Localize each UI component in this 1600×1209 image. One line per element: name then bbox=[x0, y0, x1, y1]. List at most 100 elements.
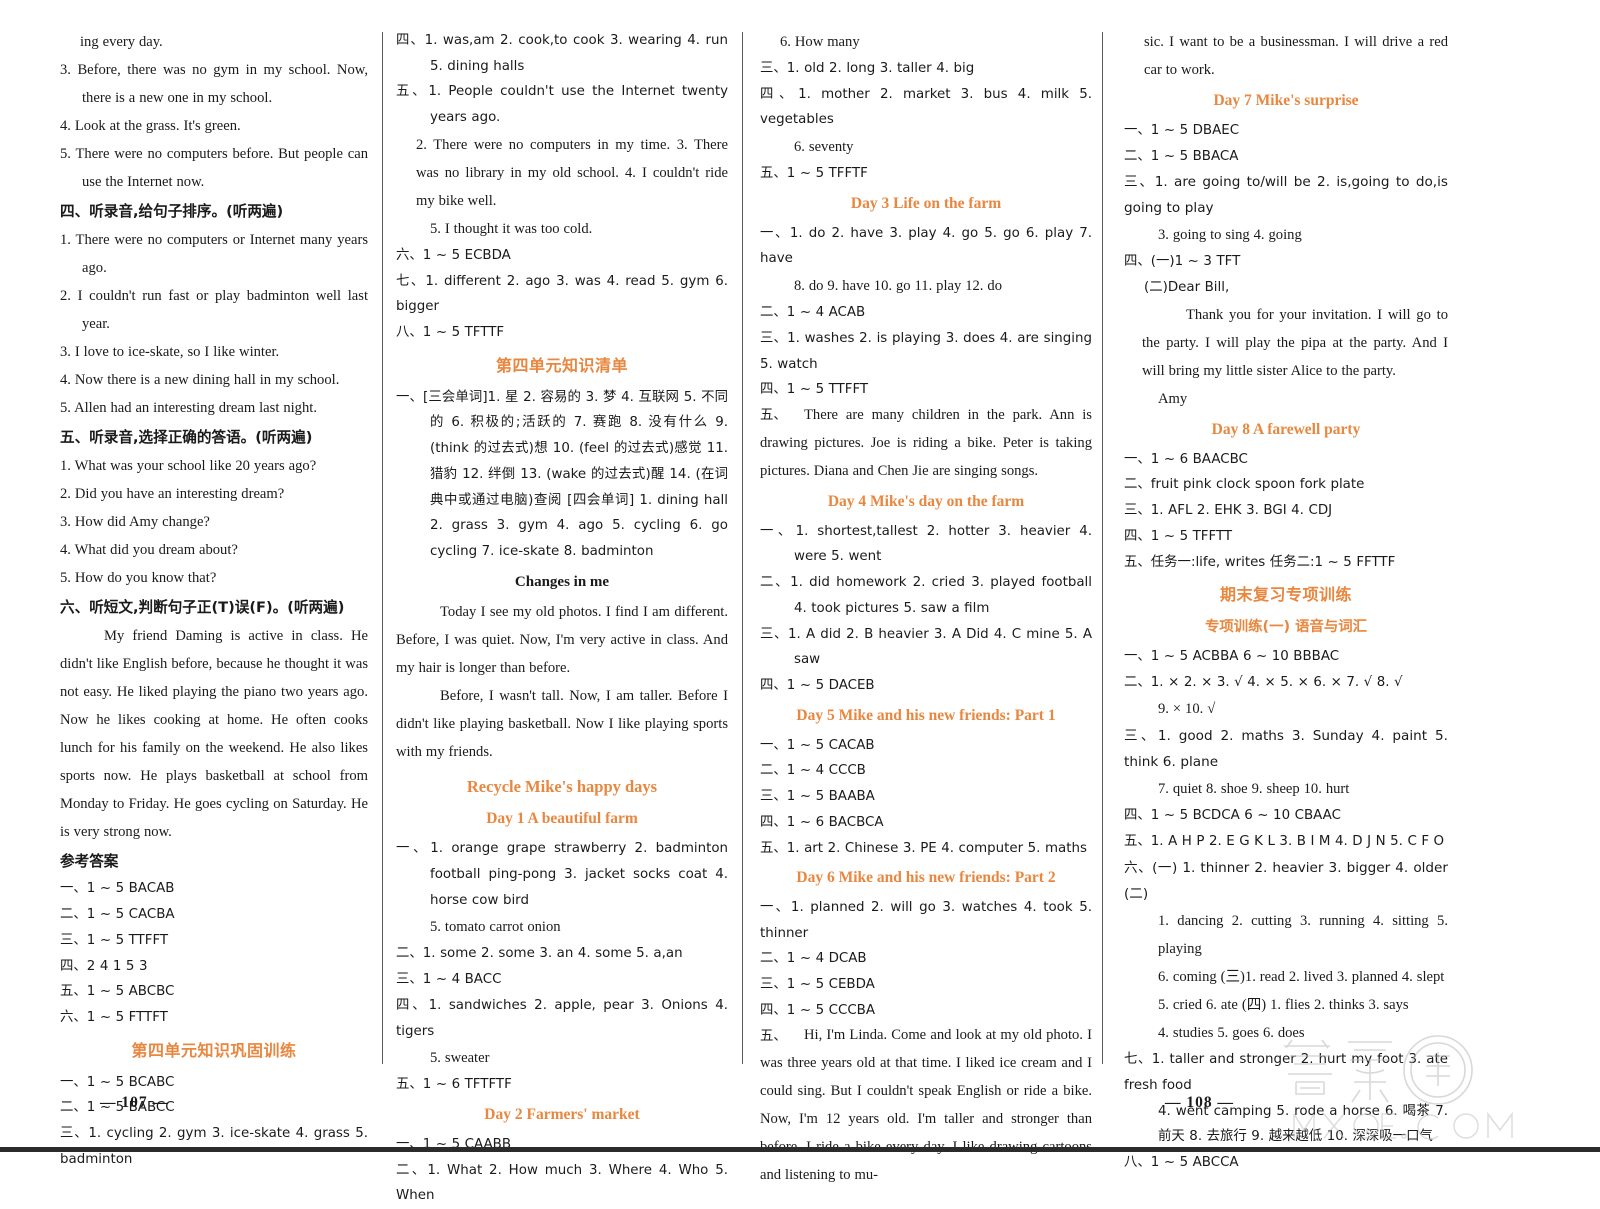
q5-item-3: 3. How did Amy change? bbox=[60, 514, 210, 531]
listening-item-5: 5. There were no computers before. But p… bbox=[60, 146, 368, 191]
special1-answer-2: 二、1. × 2. × 3. √ 4. × 5. × 6. × 7. √ 8. … bbox=[1124, 674, 1403, 690]
day8-answer-3: 三、1. AFL 2. EHK 3. BGI 4. CDJ bbox=[1124, 503, 1333, 519]
listening-passage: My friend Daming is active in class. He … bbox=[60, 628, 368, 841]
day4-answer-3: 三、1. A did 2. B heavier 3. A Did 4. C mi… bbox=[760, 626, 1092, 668]
day1-answer-1: 一、1. orange grape strawberry 2. badminto… bbox=[396, 841, 728, 908]
special1-answer-3: 三、1. good 2. maths 3. Sunday 4. paint 5.… bbox=[1124, 728, 1448, 771]
q5-item-2: 2. Did you have an interesting dream? bbox=[60, 486, 285, 503]
heading-four: 四、听录音,给句子排序。(听两遍) bbox=[60, 203, 284, 221]
day4-title: Day 4 Mike's day on the farm bbox=[827, 492, 1025, 510]
day6-answer-2: 二、1 ~ 4 DCAB bbox=[760, 951, 867, 967]
day8-answer-5: 五、任务一:life, writes 任务二:1 ~ 5 FFTTF bbox=[1124, 554, 1396, 570]
composition-para-2: Before, I wasn't tall. Now, I am taller.… bbox=[396, 687, 728, 760]
listening-item-4: 4. Look at the grass. It's green. bbox=[60, 118, 241, 135]
day3-answer-4: 四、1 ~ 5 TTFFT bbox=[760, 382, 869, 398]
special1-answer-8: 八、1 ~ 5 ABCCA bbox=[1124, 1155, 1239, 1171]
column-1: ing every day. 3. Before, there was no g… bbox=[22, 28, 382, 1167]
day7-letter-signature: Amy bbox=[1158, 390, 1188, 407]
day2-answer-1: 一、1 ~ 5 CAABB bbox=[396, 1136, 512, 1152]
c3-answer-4b: 6. seventy bbox=[794, 139, 854, 156]
day7-answer-4: 四、(一)1 ~ 3 TFT bbox=[1124, 254, 1241, 270]
special-training-1-title: 专项训练(一) 语音与词汇 bbox=[1204, 619, 1368, 636]
day3-answer-2: 二、1 ~ 4 ACAB bbox=[760, 305, 866, 321]
day7-title: Day 7 Mike's surprise bbox=[1213, 92, 1359, 110]
bottom-scan-edge bbox=[0, 1147, 1600, 1152]
special1-answer-7: 七、1. taller and stronger 2. hurt my foot… bbox=[1124, 1052, 1448, 1093]
day2-answer-2: 二、1. What 2. How much 3. Where 4. Who 5.… bbox=[396, 1162, 728, 1204]
day3-answer-5-text: There are many children in the park. Ann… bbox=[760, 406, 1092, 479]
day5-answer-5: 五、1. art 2. Chinese 3. PE 4. computer 5.… bbox=[760, 840, 1087, 856]
day6-answer-5-passage: Hi, I'm Linda. Come and look at my old p… bbox=[760, 1027, 1092, 1184]
day2-title: Day 2 Farmers' market bbox=[484, 1106, 640, 1124]
page-number-right: — 108 — bbox=[1165, 1094, 1234, 1111]
special1-answer-4: 四、1 ~ 5 BCDCA 6 ~ 10 CBAAC bbox=[1124, 808, 1341, 824]
day5-title: Day 5 Mike and his new friends: Part 1 bbox=[796, 706, 1056, 724]
day6-answer-4: 四、1 ~ 5 CCCBA bbox=[760, 1002, 876, 1018]
recycle-title: Recycle Mike's happy days bbox=[466, 776, 658, 796]
day4-answer-1: 一、1. shortest,tallest 2. hotter 3. heavi… bbox=[760, 523, 1092, 565]
answers-title: 参考答案 bbox=[60, 853, 119, 871]
answer-line-5: 五、1 ~ 5 ABCBC bbox=[60, 984, 175, 1000]
day3-answer-3: 三、1. washes 2. is playing 3. does 4. are… bbox=[760, 330, 1092, 372]
c3-continued-6: 6. How many bbox=[780, 34, 860, 50]
q5-item-4: 4. What did you dream about? bbox=[60, 542, 238, 559]
day6-answer-1: 一、1. planned 2. will go 3. watches 4. to… bbox=[760, 899, 1092, 941]
column-2: 四、1. was,am 2. cook,to cook 3. wearing 4… bbox=[382, 28, 742, 1203]
unit4-consolidate-title: 第四单元知识巩固训练 bbox=[131, 1040, 297, 1060]
day3-title: Day 3 Life on the farm bbox=[850, 194, 1002, 212]
answer-line-2: 二、1 ~ 5 CACBA bbox=[60, 907, 175, 923]
c3-answer-3: 三、1. old 2. long 3. taller 4. big bbox=[760, 61, 975, 77]
c2-answer-5-head: 五、1. People couldn't use the Internet tw… bbox=[396, 84, 728, 126]
c2-answer-8: 八、1 ~ 5 TFTTF bbox=[396, 325, 505, 341]
special1-answer-6c: 6. coming (三)1. read 2. lived 3. planned… bbox=[1158, 969, 1445, 986]
q4-item-3: 3. I love to ice-skate, so I like winter… bbox=[60, 344, 280, 361]
day1-answer-1b: 5. tomato carrot onion bbox=[430, 919, 561, 936]
day7-letter-open: (二)Dear Bill, bbox=[1144, 280, 1230, 296]
day7-answer-3: 三、1. are going to/will be 2. is,going to… bbox=[1124, 174, 1448, 217]
day7-answer-2: 二、1 ~ 5 BBACA bbox=[1124, 148, 1239, 164]
special1-answer-1: 一、1 ~ 5 ACBBA 6 ~ 10 BBBAC bbox=[1124, 648, 1340, 664]
page-number-left: — 107 — bbox=[100, 1094, 169, 1111]
day8-title: Day 8 A farewell party bbox=[1211, 420, 1361, 438]
c2-answer-7: 七、1. different 2. ago 3. was 4. read 5. … bbox=[396, 273, 728, 315]
day1-answer-5: 五、1 ~ 6 TFTFTF bbox=[396, 1077, 512, 1093]
special1-answer-5: 五、1. A H P 2. E G K L 3. B I M 4. D J N … bbox=[1124, 834, 1445, 850]
q4-item-4: 4. Now there is a new dining hall in my … bbox=[60, 372, 340, 389]
unit4-answer-1: 一、1 ~ 5 BCABC bbox=[60, 1074, 175, 1090]
special1-answer-6b: 1. dancing 2. cutting 3. running 4. sitt… bbox=[1158, 913, 1448, 958]
q4-item-5: 5. Allen had an interesting dream last n… bbox=[60, 400, 317, 417]
q4-item-2: 2. I couldn't run fast or play badminton… bbox=[60, 288, 368, 333]
day6-title: Day 6 Mike and his new friends: Part 2 bbox=[796, 869, 1056, 887]
day1-title: Day 1 A beautiful farm bbox=[486, 810, 638, 828]
c2-answer-5-rest: 2. There were no computers in my time. 3… bbox=[416, 136, 728, 209]
c2-answer-5-last: 5. I thought it was too cold. bbox=[430, 220, 593, 237]
special1-answer-2b: 9. × 10. √ bbox=[1158, 701, 1216, 718]
special1-answer-3b: 7. quiet 8. shoe 9. sheep 10. hurt bbox=[1158, 781, 1350, 798]
day3-answer-1: 一、1. do 2. have 3. play 4. go 5. go 6. p… bbox=[760, 225, 1092, 267]
day1-answer-3: 三、1 ~ 4 BACC bbox=[396, 972, 502, 988]
q4-item-1: 1. There were no computers or Internet m… bbox=[60, 232, 368, 277]
day4-answer-2: 二、1. did homework 2. cried 3. played foo… bbox=[760, 575, 1092, 616]
heading-five: 五、听录音,选择正确的答语。(听两遍) bbox=[60, 429, 313, 447]
day8-answer-2: 二、fruit pink clock spoon fork plate bbox=[1124, 477, 1365, 493]
answer-line-3: 三、1 ~ 5 TTFFT bbox=[60, 932, 169, 948]
q5-item-5: 5. How do you know that? bbox=[60, 570, 217, 587]
day7-answer-3b: 3. going to sing 4. going bbox=[1158, 227, 1302, 244]
day4-answer-4: 四、1 ~ 5 DACEB bbox=[760, 678, 875, 694]
c2-answer-4: 四、1. was,am 2. cook,to cook 3. wearing 4… bbox=[396, 33, 728, 74]
day8-answer-1: 一、1 ~ 6 BAACBC bbox=[1124, 451, 1248, 467]
day5-answer-2: 二、1 ~ 4 CCCB bbox=[760, 763, 866, 779]
c3-answer-4: 四、1. mother 2. market 3. bus 4. milk 5. … bbox=[760, 86, 1092, 128]
special1-answer-6: 六、(一) 1. thinner 2. heavier 3. bigger 4.… bbox=[1124, 859, 1448, 903]
c2-answer-6: 六、1 ~ 5 ECBDA bbox=[396, 248, 511, 263]
day7-answer-1: 一、1 ~ 5 DBAEC bbox=[1124, 122, 1240, 138]
answer-line-6: 六、1 ~ 5 FTTFT bbox=[60, 1010, 168, 1026]
day5-answer-4: 四、1 ~ 6 BACBCA bbox=[760, 814, 884, 830]
column-4: sic. I want to be a businessman. I will … bbox=[1102, 28, 1462, 1170]
column-3: 6. How many 三、1. old 2. long 3. taller 4… bbox=[742, 28, 1102, 1183]
unit4-list-title: 第四单元知识清单 bbox=[495, 355, 628, 375]
day7-letter-body: Thank you for your invitation. I will go… bbox=[1142, 306, 1448, 379]
day5-answer-1: 一、1 ~ 5 CACAB bbox=[760, 737, 875, 753]
final-review-title: 期末复习专项训练 bbox=[1219, 585, 1352, 605]
composition-para-1: Today I see my old photos. I find I am d… bbox=[396, 603, 728, 676]
